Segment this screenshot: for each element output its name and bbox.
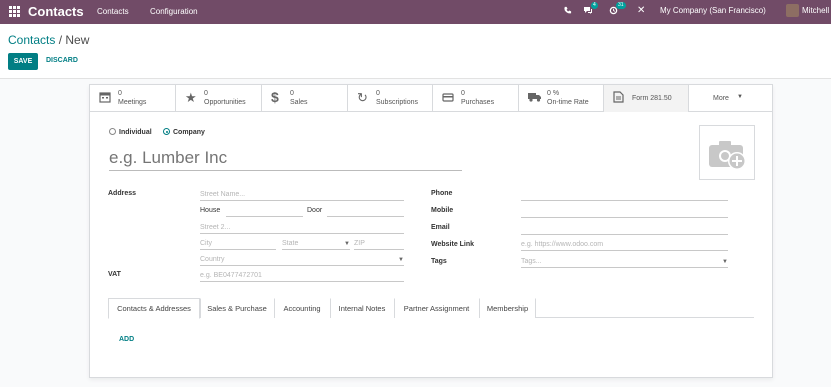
street-input[interactable]: Street Name... bbox=[200, 190, 404, 201]
control-panel: Contacts / New SAVE DISCARD bbox=[0, 24, 831, 79]
radio-individual[interactable]: Individual bbox=[109, 128, 152, 136]
user-name[interactable]: Mitchell bbox=[802, 6, 829, 15]
opportunities-button[interactable]: ★ 0 Opportunities bbox=[176, 85, 262, 112]
city-input[interactable]: City bbox=[200, 239, 276, 250]
subscriptions-label: Subscriptions bbox=[376, 99, 419, 106]
individual-label: Individual bbox=[119, 129, 152, 136]
on-time-rate-value: 0 % bbox=[547, 90, 560, 97]
company-label: Company bbox=[173, 129, 205, 136]
subscriptions-count: 0 bbox=[376, 90, 380, 97]
state-select[interactable]: State ▼ bbox=[282, 239, 350, 250]
breadcrumb: Contacts / New bbox=[8, 33, 89, 47]
tab-membership[interactable]: Membership bbox=[479, 298, 536, 318]
on-time-rate-button[interactable]: 0 % On-time Rate bbox=[519, 85, 604, 112]
house-label: House bbox=[200, 207, 221, 214]
door-label: Door bbox=[307, 207, 323, 214]
messages-badge: 4 bbox=[591, 2, 598, 9]
dollar-icon: $ bbox=[271, 89, 279, 105]
menu-contacts[interactable]: Contacts bbox=[97, 7, 129, 16]
state-caret-icon: ▼ bbox=[344, 241, 350, 247]
tab-partner-assignment[interactable]: Partner Assignment bbox=[394, 298, 479, 318]
website-label: Website Link bbox=[431, 241, 475, 248]
meetings-count: 0 bbox=[118, 90, 122, 97]
calendar-icon bbox=[99, 91, 111, 105]
opportunities-label: Opportunities bbox=[204, 99, 246, 106]
breadcrumb-contacts[interactable]: Contacts bbox=[8, 33, 55, 47]
star-icon: ★ bbox=[185, 90, 197, 105]
activities-badge: 31 bbox=[616, 2, 626, 9]
purchases-button[interactable]: 0 Purchases bbox=[433, 85, 519, 112]
messages-icon[interactable]: 4 bbox=[583, 2, 598, 17]
tags-label: Tags bbox=[431, 258, 447, 265]
on-time-rate-label: On-time Rate bbox=[547, 99, 589, 106]
breadcrumb-current: New bbox=[65, 33, 90, 47]
opportunities-count: 0 bbox=[204, 90, 208, 97]
mobile-label: Mobile bbox=[431, 207, 454, 214]
credit-card-icon bbox=[442, 91, 454, 105]
tab-contacts-addresses[interactable]: Contacts & Addresses bbox=[108, 298, 200, 319]
vat-input[interactable]: e.g. BE0477472701 bbox=[200, 271, 404, 282]
sales-count: 0 bbox=[290, 90, 294, 97]
camera-add-icon bbox=[709, 141, 746, 170]
breadcrumb-separator: / bbox=[55, 33, 66, 47]
more-button[interactable]: More ▼ bbox=[689, 85, 772, 112]
radio-company-icon bbox=[163, 128, 170, 135]
tags-caret-icon: ▼ bbox=[722, 259, 728, 265]
street2-input[interactable]: Street 2... bbox=[200, 223, 404, 234]
radio-company[interactable]: Company bbox=[163, 128, 205, 136]
photo-upload[interactable] bbox=[699, 125, 755, 180]
add-contact-link[interactable]: ADD bbox=[119, 336, 134, 343]
email-input[interactable] bbox=[521, 224, 728, 235]
refresh-icon: ↻ bbox=[357, 90, 368, 105]
subscriptions-button[interactable]: ↻ 0 Subscriptions bbox=[348, 85, 433, 112]
form-281-label: Form 281.50 bbox=[632, 95, 672, 102]
tags-select[interactable]: Tags... ▼ bbox=[521, 257, 728, 268]
notebook-tabs: Contacts & Addresses Sales & Purchase Ac… bbox=[108, 298, 754, 319]
website-input[interactable]: e.g. https://www.odoo.com bbox=[521, 240, 728, 251]
form-281-button[interactable]: Form 281.50 bbox=[604, 85, 689, 112]
house-input[interactable] bbox=[226, 206, 303, 217]
meetings-label: Meetings bbox=[118, 99, 147, 106]
tab-internal-notes[interactable]: Internal Notes bbox=[330, 298, 394, 318]
top-navbar: Contacts Contacts Configuration 4 31 ✕ M… bbox=[0, 0, 831, 24]
more-label: More bbox=[713, 95, 729, 102]
country-caret-icon: ▼ bbox=[398, 257, 404, 263]
discard-button[interactable]: DISCARD bbox=[46, 57, 78, 64]
meetings-button[interactable]: 0 Meetings bbox=[90, 85, 176, 112]
phone-input[interactable] bbox=[521, 190, 728, 201]
company-name-input[interactable] bbox=[109, 145, 462, 171]
form-sheet: 0 Meetings ★ 0 Opportunities $ 0 Sales ↻… bbox=[89, 84, 773, 378]
tags-placeholder: Tags... bbox=[521, 258, 542, 265]
menu-configuration[interactable]: Configuration bbox=[150, 7, 198, 16]
app-title[interactable]: Contacts bbox=[28, 4, 84, 19]
purchases-label: Purchases bbox=[461, 99, 495, 106]
country-select[interactable]: Country ▼ bbox=[200, 255, 404, 266]
purchases-count: 0 bbox=[461, 90, 465, 97]
company-switcher[interactable]: My Company (San Francisco) bbox=[660, 6, 766, 15]
sales-button[interactable]: $ 0 Sales bbox=[262, 85, 348, 112]
door-input[interactable] bbox=[327, 206, 404, 217]
sales-label: Sales bbox=[290, 99, 308, 106]
vat-label: VAT bbox=[108, 271, 121, 278]
state-placeholder: State bbox=[282, 240, 299, 247]
save-button[interactable]: SAVE bbox=[8, 53, 38, 70]
close-icon[interactable]: ✕ bbox=[637, 5, 645, 16]
email-label: Email bbox=[431, 224, 450, 231]
address-label: Address bbox=[108, 190, 137, 197]
activities-icon[interactable]: 31 bbox=[609, 2, 626, 17]
avatar[interactable] bbox=[786, 4, 799, 17]
phone-label: Phone bbox=[431, 190, 453, 197]
tab-accounting[interactable]: Accounting bbox=[274, 298, 330, 318]
phone-icon[interactable] bbox=[563, 6, 572, 17]
smart-buttons: 0 Meetings ★ 0 Opportunities $ 0 Sales ↻… bbox=[90, 85, 772, 112]
tab-sales-purchase[interactable]: Sales & Purchase bbox=[200, 298, 274, 318]
zip-input[interactable]: ZIP bbox=[354, 239, 404, 250]
radio-individual-icon bbox=[109, 128, 116, 135]
country-placeholder: Country bbox=[200, 256, 225, 263]
mobile-input[interactable] bbox=[521, 207, 728, 218]
chevron-down-icon: ▼ bbox=[737, 94, 743, 100]
apps-menu-icon[interactable] bbox=[9, 6, 21, 18]
truck-icon bbox=[528, 91, 542, 105]
file-icon bbox=[613, 91, 624, 105]
